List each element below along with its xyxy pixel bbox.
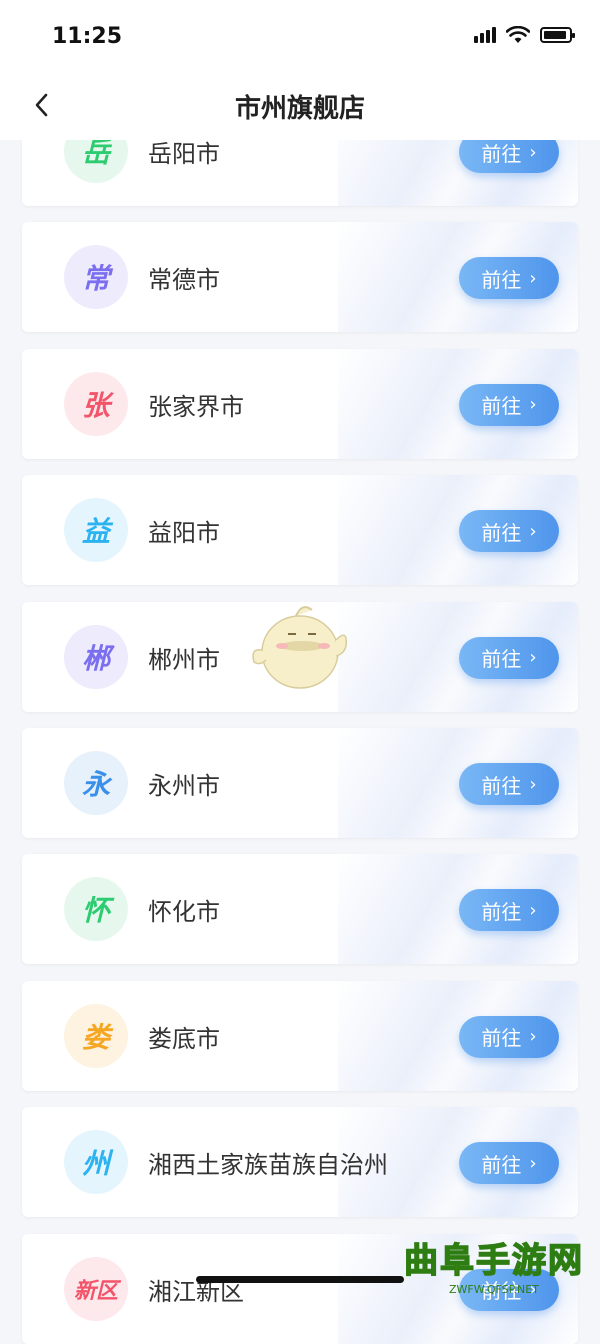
city-card[interactable]: 永永州市 前往 › <box>22 728 578 838</box>
go-button[interactable]: 前往 › <box>459 383 559 426</box>
go-button-label: 前往 <box>481 773 522 798</box>
go-button-label: 前往 <box>481 394 522 419</box>
status-time: 11:25 <box>52 24 123 49</box>
home-indicator <box>196 1276 404 1283</box>
mascot-illustration <box>252 606 348 689</box>
chevron-right-icon: › <box>529 520 537 542</box>
go-button[interactable]: 前往 › <box>459 636 559 679</box>
city-badge-icon: 郴 <box>64 624 128 689</box>
page-title: 市州旗舰店 <box>234 94 365 124</box>
city-card[interactable]: 益益阳市 前往 › <box>22 475 578 586</box>
status-icons <box>474 26 575 44</box>
city-badge-icon: 怀 <box>64 877 128 942</box>
city-badge-icon: 益 <box>64 498 128 563</box>
city-badge-icon: 张 <box>64 371 128 436</box>
go-button[interactable]: 前往 › <box>459 257 559 300</box>
go-button[interactable]: 前往 › <box>459 510 559 553</box>
city-badge-icon: 州 <box>64 1130 128 1195</box>
go-button-label: 前往 <box>481 647 522 672</box>
city-card[interactable]: 张张家界市 前往 › <box>22 348 578 459</box>
navigation-bar: 市州旗舰店 <box>0 70 600 140</box>
status-bar: 11:25 <box>0 0 600 70</box>
go-button-label: 前往 <box>481 520 522 545</box>
chevron-right-icon: › <box>529 141 537 163</box>
wifi-icon <box>506 26 530 43</box>
city-name: 永州市 <box>148 772 220 800</box>
city-name: 湘西土家族苗族自治州 <box>148 1151 388 1180</box>
chevron-right-icon: › <box>529 899 537 921</box>
city-name: 常德市 <box>148 266 220 295</box>
city-badge-icon: 常 <box>64 245 128 310</box>
city-name: 怀化市 <box>148 898 220 927</box>
go-button-label: 前往 <box>481 1152 522 1177</box>
city-name: 张家界市 <box>148 392 244 421</box>
city-card[interactable]: 怀怀化市 前往 › <box>22 854 578 965</box>
city-card[interactable]: 州湘西土家族苗族自治州 前往 › <box>22 1107 578 1218</box>
chevron-right-icon: › <box>529 1152 537 1174</box>
city-name: 郴州市 <box>148 645 220 674</box>
city-name: 娄底市 <box>148 1024 220 1053</box>
city-name: 益阳市 <box>148 519 220 548</box>
cellular-signal-icon <box>474 27 496 43</box>
city-badge-icon: 永 <box>64 751 128 815</box>
chevron-right-icon: › <box>529 394 537 416</box>
go-button-label: 前往 <box>481 899 522 924</box>
city-card[interactable]: 娄娄底市 前往 › <box>22 980 578 1091</box>
watermark-text: 曲阜手游网 <box>403 1240 584 1282</box>
chevron-right-icon: › <box>529 773 537 795</box>
battery-icon <box>540 27 575 43</box>
go-button[interactable]: 前往 › <box>459 763 559 805</box>
watermark-logo: 曲阜手游网 ZWFW.QFSP.NET <box>394 1240 594 1296</box>
chevron-right-icon: › <box>529 267 537 289</box>
go-button-label: 前往 <box>481 1026 522 1051</box>
city-badge-icon: 娄 <box>64 1003 128 1068</box>
city-badge-icon: 新区 <box>64 1256 128 1321</box>
watermark-url: ZWFW.QFSP.NET <box>449 1283 539 1296</box>
chevron-right-icon: › <box>529 647 537 669</box>
go-button-label: 前往 <box>481 267 522 292</box>
go-button[interactable]: 前往 › <box>459 889 559 932</box>
go-button[interactable]: 前往 › <box>459 1015 559 1058</box>
go-button[interactable]: 前往 › <box>459 1142 559 1185</box>
go-button-label: 前往 <box>481 141 522 166</box>
city-card[interactable]: 常常德市 前往 › <box>22 222 578 333</box>
chevron-right-icon: › <box>529 1026 537 1048</box>
